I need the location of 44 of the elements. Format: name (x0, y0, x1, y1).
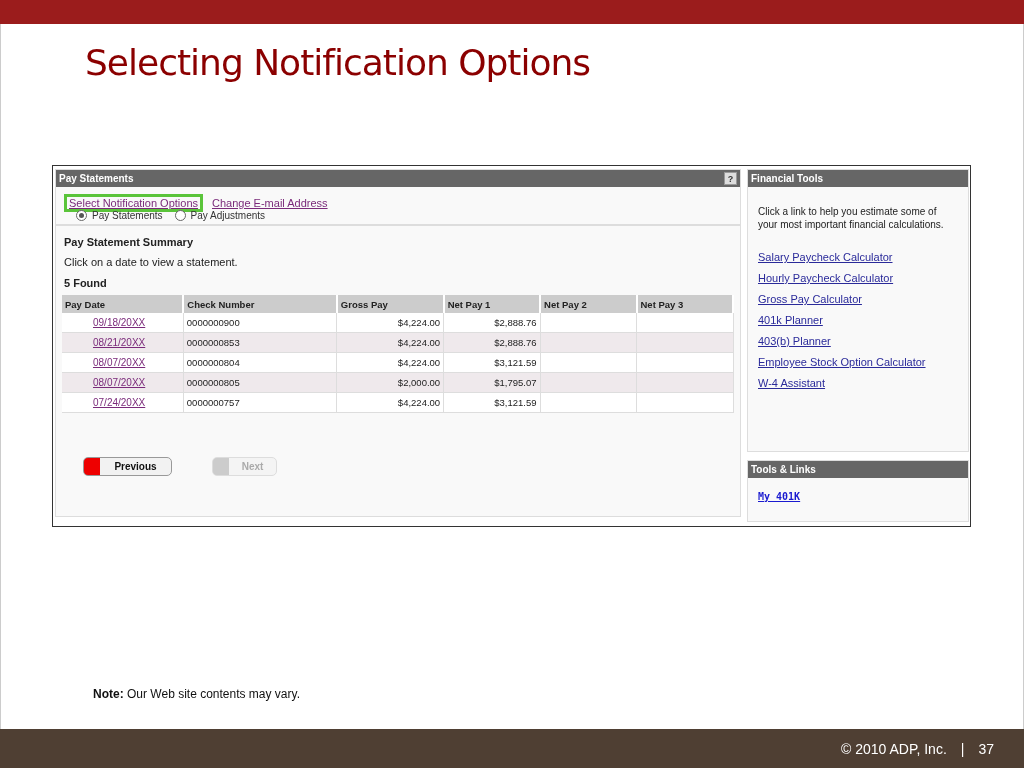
tool-link[interactable]: My 401K (758, 491, 801, 502)
slide-title: Selecting Notification Options (85, 42, 591, 83)
copyright-text: © 2010 ADP, Inc. (841, 740, 947, 757)
date-link[interactable]: 08/21/20XX (93, 337, 146, 348)
page-link[interactable]: Change E-mail Address (207, 194, 333, 212)
tool-link[interactable]: 401k Planner (758, 314, 823, 326)
tool-link[interactable]: W-4 Assistant (758, 377, 826, 389)
radio-icon[interactable] (76, 210, 87, 221)
tool-link[interactable]: Hourly Paycheck Calculator (758, 272, 894, 284)
pager-button[interactable]: Previous (83, 457, 172, 476)
column-header: Gross Pay (336, 295, 444, 313)
radio-label: Pay Statements (92, 210, 163, 221)
column-header: Net Pay 2 (540, 295, 637, 313)
summary-title: Pay Statement Summary (63, 235, 194, 248)
column-header: Check Number (183, 295, 337, 313)
table-cell: $4,224.00 (336, 313, 444, 333)
page-number: 37 (978, 740, 994, 757)
tool-link[interactable]: Employee Stock Option Calculator (758, 356, 926, 368)
instruction-text: Click on a date to view a statement. (63, 255, 239, 268)
date-link[interactable]: 07/24/20XX (93, 397, 146, 408)
panel-title: Pay Statements (59, 173, 134, 184)
found-count: 5 Found (63, 276, 108, 289)
column-header: Pay Date (62, 295, 184, 313)
column-header: Net Pay 3 (636, 295, 733, 313)
intro-text: Click a link to help you estimate some of your most important financial calculations. (757, 205, 945, 231)
tool-link[interactable]: Gross Pay Calculator (758, 293, 862, 305)
panel-title: Financial Tools (751, 173, 824, 184)
tool-link[interactable]: Salary Paycheck Calculator (758, 251, 893, 263)
date-link[interactable]: 08/07/20XX (93, 357, 146, 368)
panel-title: Tools & Links (751, 464, 816, 475)
separator-text: | (960, 740, 965, 757)
column-header: Net Pay 1 (443, 295, 541, 313)
tool-link[interactable]: 403(b) Planner (758, 335, 831, 347)
radio-icon[interactable] (174, 210, 186, 221)
date-link[interactable]: 08/07/20XX (93, 377, 146, 388)
radio-option[interactable]: Pay Statements (76, 210, 163, 221)
help-icon[interactable]: ? (724, 172, 737, 185)
table-cell: 0000000900 (183, 313, 337, 333)
note-text: Note: Our Web site contents may vary. (93, 687, 301, 701)
page-link[interactable]: Select Notification Options (64, 194, 203, 212)
date-link[interactable]: 09/18/20XX (93, 317, 146, 328)
radio-option[interactable]: Pay Adjustments (174, 210, 266, 221)
radio-label: Pay Adjustments (190, 210, 266, 221)
table-cell: $2,888.76 (443, 313, 541, 333)
